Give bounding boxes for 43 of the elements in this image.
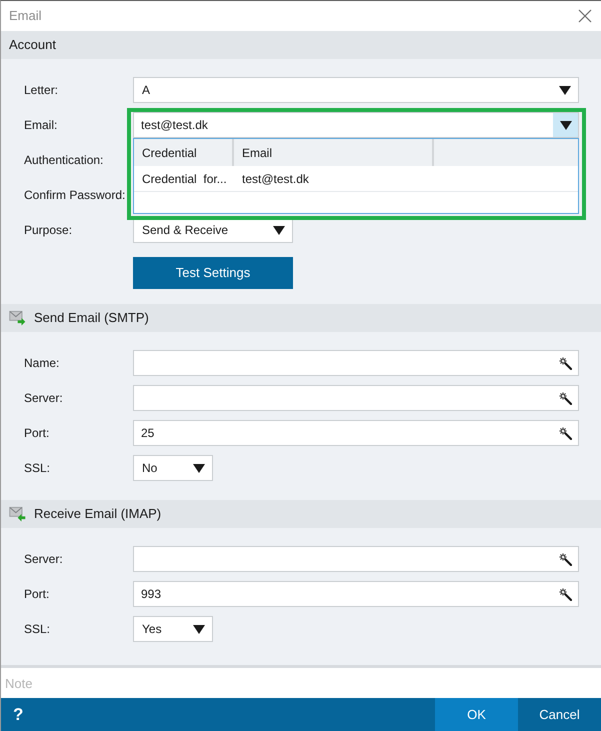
envelope-arrow-icon [9, 310, 26, 326]
section-title: Send Email (SMTP) [34, 309, 149, 328]
caret-icon [193, 624, 205, 634]
envelope-arrow-icon [9, 506, 26, 522]
text-field[interactable] [133, 385, 579, 411]
magic-wand-icon [559, 552, 572, 566]
field-label: SSL: [24, 460, 50, 477]
field-label: Email: [24, 117, 58, 134]
magic-wand-icon [559, 392, 572, 404]
section-title: Account [9, 36, 56, 54]
text-field[interactable]: 25 [133, 420, 579, 446]
close-button[interactable] [578, 9, 592, 23]
field-label: Confirm Password: [24, 187, 126, 204]
field-label: Purpose: [24, 222, 72, 239]
magic-wand-icon [559, 588, 572, 600]
test-settings-button[interactable]: Test Settings [133, 257, 293, 289]
section-title: Receive Email (IMAP) [34, 505, 162, 524]
field-label: Server: [24, 390, 63, 407]
window-title: Email [9, 7, 42, 26]
field-label: Server: [24, 551, 63, 568]
field-label: Letter: [24, 82, 58, 99]
caret-icon [560, 120, 572, 130]
text-field[interactable] [133, 546, 579, 572]
field-label: SSL: [24, 621, 50, 638]
help-button[interactable]: ? [1, 698, 30, 731]
combo-box[interactable]: test@test.dk [133, 112, 579, 138]
magic-wand-icon [559, 426, 572, 440]
field-label: Authentication: [24, 152, 104, 169]
dialog-button[interactable]: OK [435, 698, 518, 731]
field-label: Port: [24, 586, 50, 603]
field-label: Name: [24, 355, 60, 372]
dropdown[interactable]: A [133, 77, 579, 103]
caret-icon [193, 464, 205, 472]
caret-icon [273, 226, 285, 234]
close-icon [578, 9, 592, 23]
dropdown[interactable]: Yes [133, 616, 213, 642]
dropdown[interactable]: No [133, 455, 213, 481]
caret-icon [559, 86, 571, 94]
field-label: Port: [24, 425, 50, 442]
text-field[interactable]: 993 [133, 581, 579, 607]
text-field[interactable] [133, 350, 579, 376]
dropdown-button[interactable] [553, 113, 578, 137]
magic-wand-icon [559, 356, 572, 370]
